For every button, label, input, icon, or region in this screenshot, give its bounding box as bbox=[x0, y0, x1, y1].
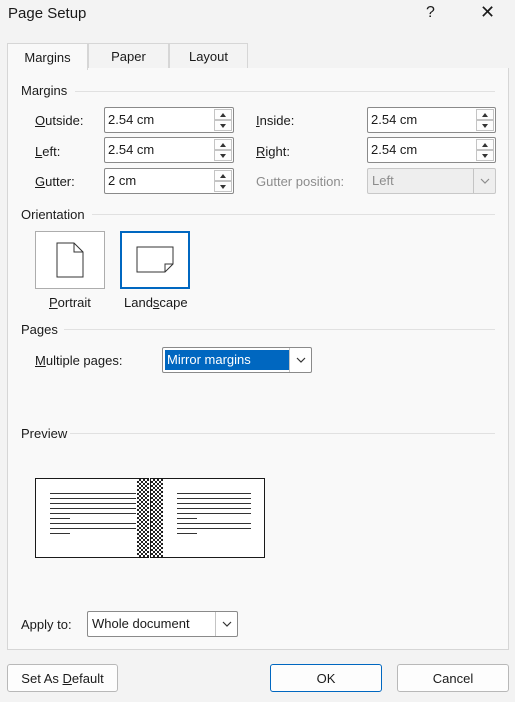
inside-label: Inside: bbox=[256, 113, 295, 128]
pages-divider bbox=[64, 329, 495, 330]
chevron-down-icon[interactable] bbox=[289, 348, 311, 372]
outside-down-arrow-icon[interactable] bbox=[214, 120, 232, 131]
pages-section-label: Pages bbox=[21, 322, 58, 337]
left-gutter-hatch bbox=[137, 479, 149, 557]
gutter-label: Gutter: bbox=[35, 174, 75, 189]
gutter-position-label: Gutter position: bbox=[256, 174, 345, 189]
preview-image bbox=[35, 478, 265, 558]
preview-section-label: Preview bbox=[21, 426, 68, 441]
right-spinner[interactable]: 2.54 cm bbox=[367, 137, 496, 163]
orientation-section-label: Orientation bbox=[21, 207, 85, 222]
left-label: Left: bbox=[35, 144, 61, 159]
gutter-down-arrow-icon[interactable] bbox=[214, 181, 232, 192]
gutter-spinner[interactable]: 2 cm bbox=[104, 168, 234, 194]
outside-value: 2.54 cm bbox=[108, 112, 155, 127]
right-down-arrow-icon[interactable] bbox=[476, 150, 494, 161]
right-up-arrow-icon[interactable] bbox=[476, 139, 494, 150]
gutter-position-select: Left bbox=[367, 168, 496, 194]
set-as-default-button[interactable]: Set As Default bbox=[7, 664, 118, 692]
inside-value: 2.54 cm bbox=[371, 112, 418, 127]
portrait-label: Portrait bbox=[49, 295, 91, 310]
portrait-page-icon bbox=[56, 242, 84, 278]
left-spinner[interactable]: 2.54 cm bbox=[104, 137, 234, 163]
margins-section-label: Margins bbox=[21, 83, 68, 98]
portrait-button[interactable] bbox=[35, 231, 105, 289]
right-label: Right: bbox=[256, 144, 290, 159]
multiple-pages-select[interactable]: Mirror margins bbox=[162, 347, 312, 373]
landscape-button[interactable] bbox=[120, 231, 190, 289]
preview-left-page bbox=[35, 478, 149, 558]
window-title: Page Setup bbox=[8, 5, 87, 22]
gutter-value: 2 cm bbox=[108, 173, 137, 188]
landscape-label: Landscape bbox=[124, 295, 188, 310]
left-value: 2.54 cm bbox=[108, 142, 155, 157]
apply-to-value: Whole document bbox=[92, 616, 190, 631]
multiple-pages-value: Mirror margins bbox=[167, 352, 251, 367]
outside-spinner[interactable]: 2.54 cm bbox=[104, 107, 234, 133]
close-button[interactable]: ✕ bbox=[480, 2, 495, 23]
tab-layout[interactable]: Layout bbox=[169, 43, 248, 69]
left-up-arrow-icon[interactable] bbox=[214, 139, 232, 150]
preview-divider bbox=[70, 433, 495, 434]
outside-up-arrow-icon[interactable] bbox=[214, 109, 232, 120]
gutter-up-arrow-icon[interactable] bbox=[214, 170, 232, 181]
landscape-page-icon bbox=[136, 246, 174, 273]
orientation-divider bbox=[92, 214, 495, 215]
chevron-down-icon bbox=[473, 169, 495, 193]
tab-margins[interactable]: Margins bbox=[7, 43, 88, 70]
margins-divider bbox=[75, 91, 495, 92]
apply-to-label: Apply to: bbox=[21, 617, 72, 632]
gutter-position-value: Left bbox=[372, 173, 394, 188]
cancel-button[interactable]: Cancel bbox=[397, 664, 509, 692]
inside-up-arrow-icon[interactable] bbox=[476, 109, 494, 120]
chevron-down-icon[interactable] bbox=[215, 612, 237, 636]
right-value: 2.54 cm bbox=[371, 142, 418, 157]
outside-label: Outside: bbox=[35, 113, 84, 128]
left-down-arrow-icon[interactable] bbox=[214, 150, 232, 161]
multiple-pages-label: Multiple pages: bbox=[35, 353, 123, 368]
inside-spinner[interactable]: 2.54 cm bbox=[367, 107, 496, 133]
apply-to-select[interactable]: Whole document bbox=[87, 611, 238, 637]
right-gutter-hatch bbox=[151, 479, 163, 557]
preview-right-page bbox=[150, 478, 265, 558]
inside-down-arrow-icon[interactable] bbox=[476, 120, 494, 131]
tab-paper[interactable]: Paper bbox=[88, 43, 169, 69]
ok-button[interactable]: OK bbox=[270, 664, 382, 692]
help-button[interactable]: ? bbox=[426, 4, 435, 22]
